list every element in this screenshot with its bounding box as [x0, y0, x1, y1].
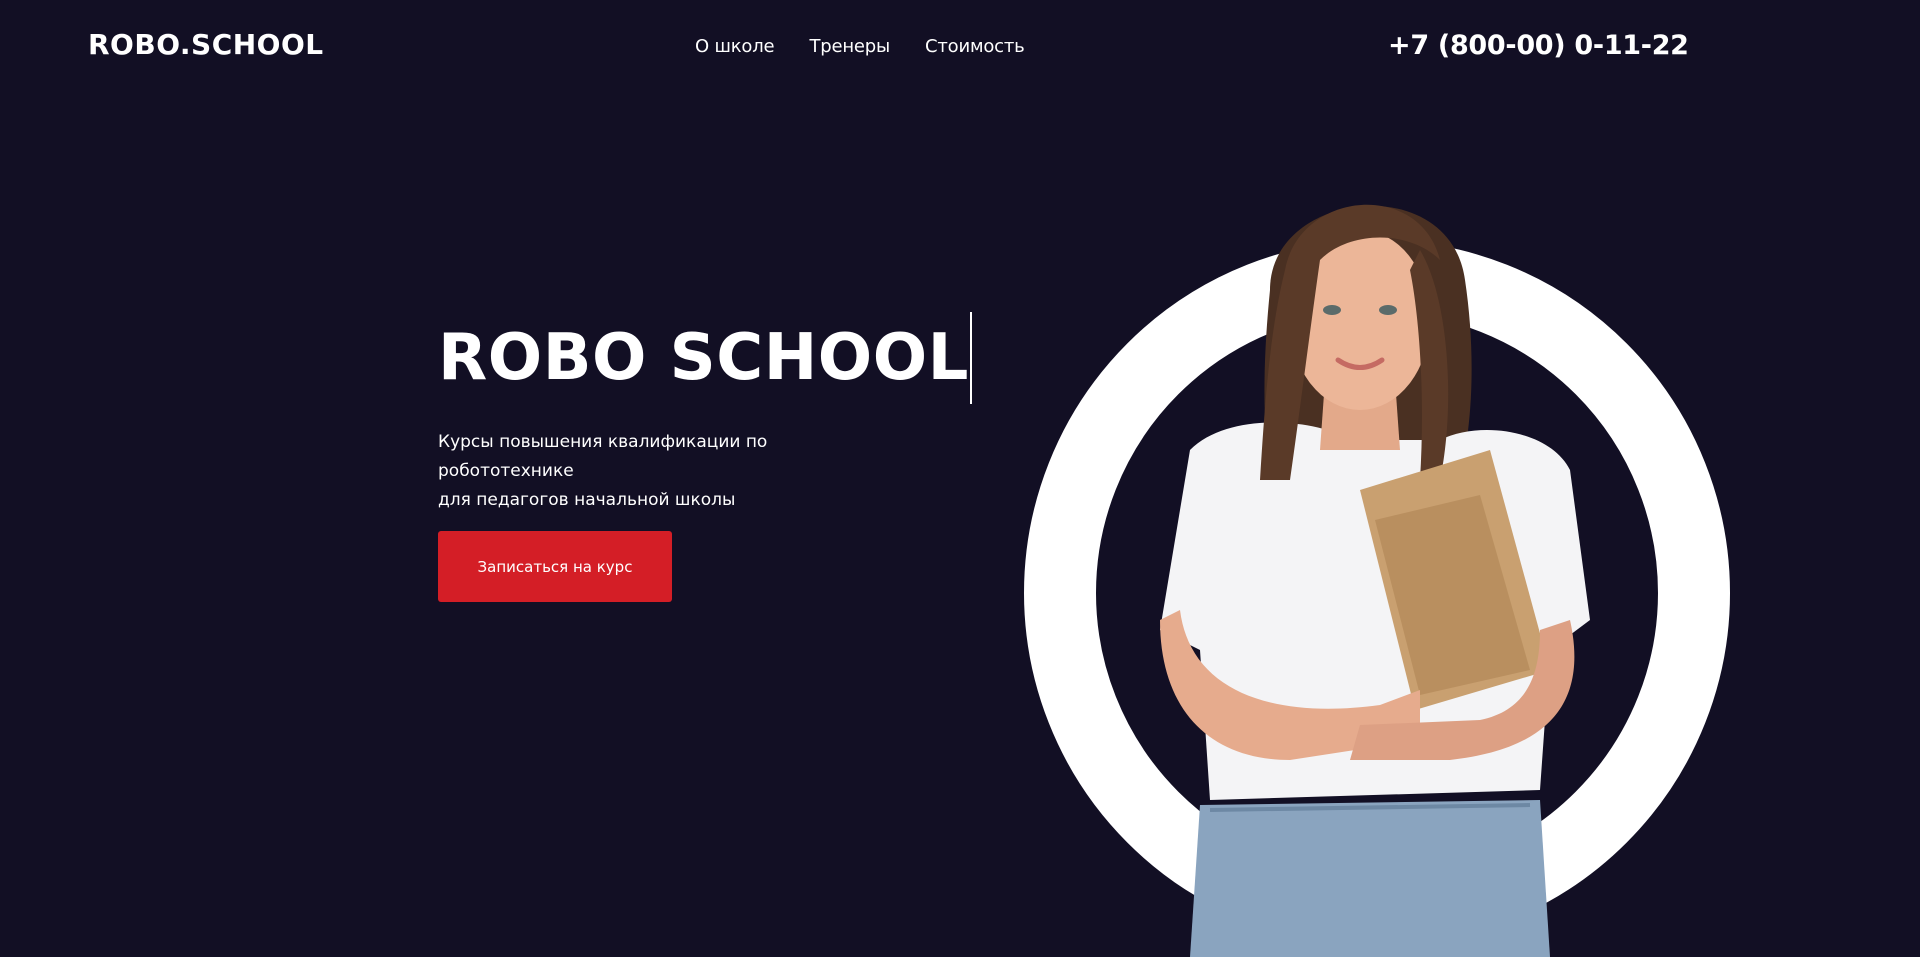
nav-link-pricing[interactable]: Стоимость: [925, 36, 1025, 57]
site-logo[interactable]: ROBO.SCHOOL: [88, 28, 324, 61]
hero-subtitle-line-1: Курсы повышения квалификации по робототе…: [438, 432, 768, 481]
student-photo: [1160, 204, 1590, 957]
text-cursor: [969, 312, 972, 404]
landing-page: ROBO.SCHOOL О школе Тренеры Стоимость +7…: [0, 0, 1920, 957]
signup-course-button[interactable]: Записаться на курс: [438, 531, 672, 602]
main-nav: О школе Тренеры Стоимость: [695, 36, 1025, 57]
nav-link-about[interactable]: О школе: [695, 36, 775, 57]
hero-subtitle-line-2: для педагогов начальной школы: [438, 490, 736, 510]
nav-link-trainers[interactable]: Тренеры: [809, 36, 890, 57]
hero-title: ROBO SCHOOL: [438, 321, 969, 395]
hero-subtitle: Курсы повышения квалификации по робототе…: [438, 428, 858, 515]
hero-title-block: ROBO SCHOOL: [438, 312, 972, 404]
phone-number-link[interactable]: +7 (800-00) 0-11-22: [1388, 30, 1689, 61]
